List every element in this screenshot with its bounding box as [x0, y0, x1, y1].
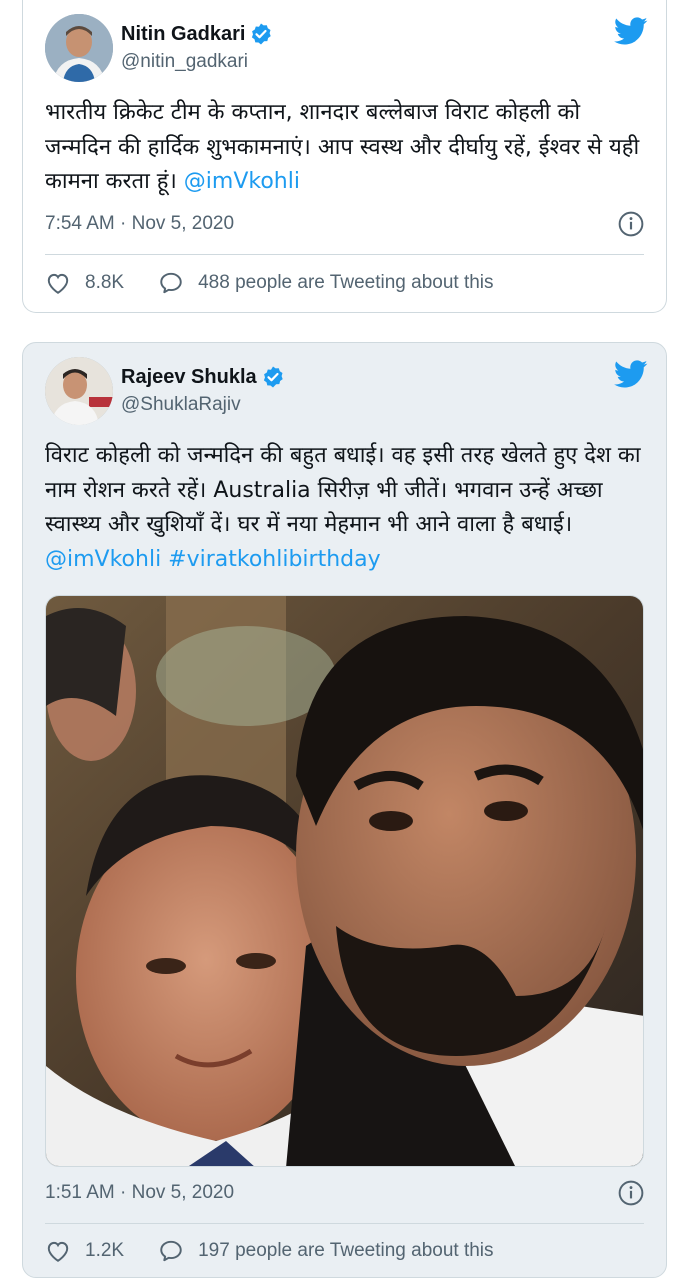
- heart-icon[interactable]: [45, 1238, 71, 1264]
- tweet-card[interactable]: Nitin Gadkari @nitin_gadkari भारतीय क्रि…: [22, 0, 667, 313]
- tweet-actions: 1.2K 197 people are Tweeting about this: [45, 1238, 494, 1264]
- avatar-photo: [45, 357, 113, 425]
- divider: [45, 254, 644, 255]
- speech-bubble-icon[interactable]: [158, 270, 184, 296]
- timestamp[interactable]: 7:54 AM · Nov 5, 2020: [45, 213, 234, 235]
- heart-icon[interactable]: [45, 270, 71, 296]
- twitter-bird-icon[interactable]: [614, 357, 648, 391]
- avatar[interactable]: [45, 14, 113, 82]
- tweet-card[interactable]: Rajeev Shukla @ShuklaRajiv विराट कोहली क…: [22, 342, 667, 1278]
- tweet-body: विराट कोहली को जन्मदिन की बहुत बधाई। वह …: [45, 443, 648, 537]
- twitter-bird-icon[interactable]: [614, 14, 648, 48]
- like-count[interactable]: 1.2K: [85, 1240, 124, 1262]
- photo-image: [46, 596, 643, 1166]
- speech-bubble-icon[interactable]: [158, 1238, 184, 1264]
- divider: [45, 1223, 644, 1224]
- like-count[interactable]: 8.8K: [85, 272, 124, 294]
- tweet-text: भारतीय क्रिकेट टीम के कप्तान, शानदार बल्…: [45, 96, 650, 200]
- tweet-text: विराट कोहली को जन्मदिन की बहुत बधाई। वह …: [45, 439, 650, 577]
- tweet-body: भारतीय क्रिकेट टीम के कप्तान, शानदार बल्…: [45, 100, 647, 194]
- mention-link[interactable]: @imVkohli #viratkohlibirthday: [45, 547, 381, 572]
- user-handle[interactable]: @nitin_gadkari: [121, 51, 248, 73]
- info-icon[interactable]: [618, 1180, 644, 1206]
- verified-badge-icon: [263, 366, 283, 388]
- verified-badge-icon: [252, 23, 272, 45]
- info-icon[interactable]: [618, 211, 644, 237]
- display-name[interactable]: Rajeev Shukla: [121, 366, 257, 389]
- mention-link[interactable]: @imVkohli: [184, 169, 300, 194]
- tweeting-about-link[interactable]: 488 people are Tweeting about this: [198, 272, 493, 294]
- avatar-photo: [45, 14, 113, 82]
- tweet-photo[interactable]: [45, 595, 644, 1167]
- avatar[interactable]: [45, 357, 113, 425]
- display-name[interactable]: Nitin Gadkari: [121, 23, 245, 46]
- user-handle[interactable]: @ShuklaRajiv: [121, 394, 241, 416]
- timestamp[interactable]: 1:51 AM · Nov 5, 2020: [45, 1182, 234, 1204]
- tweet-actions: 8.8K 488 people are Tweeting about this: [45, 270, 494, 296]
- tweeting-about-link[interactable]: 197 people are Tweeting about this: [198, 1240, 493, 1262]
